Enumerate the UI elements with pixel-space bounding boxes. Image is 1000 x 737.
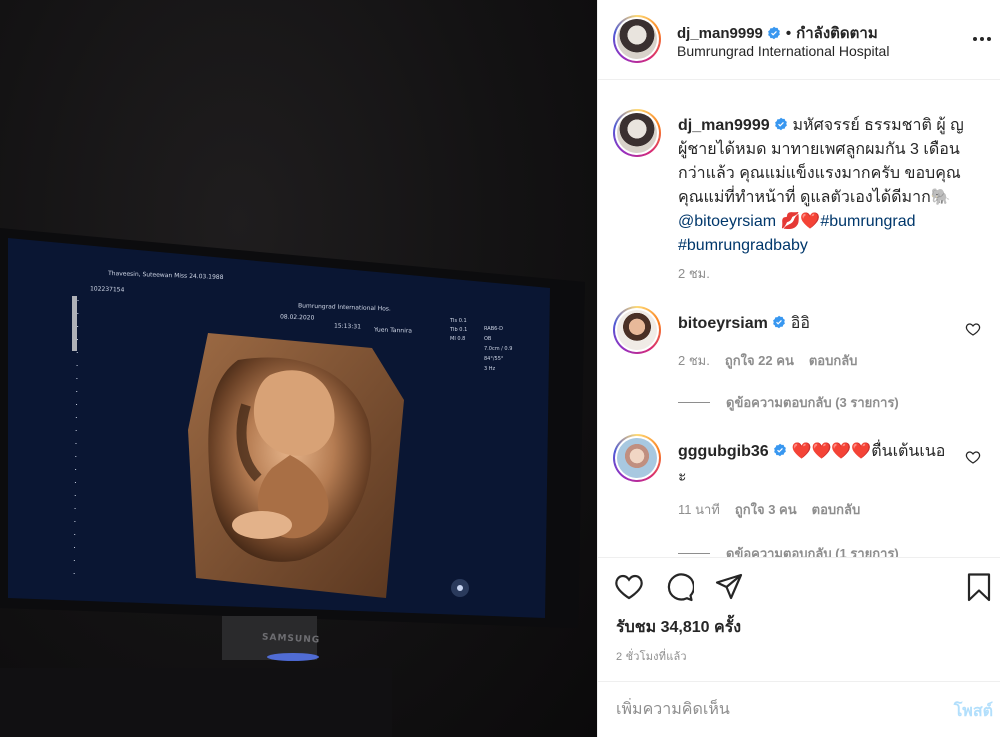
post-media[interactable]: TIs 0.1 TIb 0.1 MI 0.8 RAB6-D OB 7.0cm /… — [0, 0, 597, 737]
view-replies-label: ดูข้อความตอบกลับ (3 รายการ) — [726, 395, 899, 410]
caption: dj_man9999 มหัศจรรย์ ธรรมชาติ ผู้ ญ ผู้ช… — [678, 114, 978, 258]
svg-text:7.0cm / 0.9: 7.0cm / 0.9 — [484, 346, 512, 352]
post-timestamp[interactable]: 2 ชั่วโมงที่แล้ว — [616, 647, 687, 665]
svg-text:84°/55°: 84°/55° — [484, 356, 504, 362]
comment-icon[interactable] — [664, 572, 694, 602]
heart-icon[interactable] — [614, 572, 644, 602]
reply-button[interactable]: ตอบกลับ — [812, 499, 861, 520]
scan-date: 08.02.2020 — [279, 313, 315, 322]
svg-text:RAB6-D: RAB6-D — [484, 326, 503, 332]
following-button[interactable]: กำลังติดตาม — [796, 21, 878, 45]
view-replies-label: ดูข้อความตอบกลับ (1 รายการ) — [726, 546, 899, 557]
add-comment-bar: โพสต์ — [598, 681, 1000, 737]
commenter-avatar[interactable] — [613, 306, 661, 354]
author-line: dj_man9999 • กำลังติดตาม — [677, 21, 878, 45]
caption-hashtag[interactable]: #bumrungrad — [820, 213, 915, 230]
comment: bitoeyrsiam อิอิ — [678, 312, 948, 336]
comment-time[interactable]: 2 ชม. — [678, 350, 710, 371]
caption-emoji: 💋❤️ — [776, 213, 821, 230]
comment-like-heart-icon[interactable] — [965, 449, 981, 465]
comment-username[interactable]: bitoeyrsiam — [678, 315, 768, 332]
comment-username[interactable]: gggubgib36 — [678, 443, 769, 460]
verified-icon — [774, 443, 786, 457]
comment-like-heart-icon[interactable] — [965, 321, 981, 337]
comment-text: อิอิ — [786, 315, 810, 332]
comment-likes[interactable]: ถูกใจ 22 คน — [725, 350, 794, 371]
ultrasound-photo: TIs 0.1 TIb 0.1 MI 0.8 RAB6-D OB 7.0cm /… — [0, 228, 585, 737]
author-username[interactable]: dj_man9999 — [677, 25, 763, 42]
separator-dot: • — [785, 24, 792, 42]
post-actions: รับชม 34,810 ครั้ง — [598, 557, 1000, 647]
caption-mention[interactable]: @bitoeyrsiam — [678, 213, 776, 230]
svg-text:3 Hz: 3 Hz — [484, 366, 496, 372]
post-button[interactable]: โพสต์ — [954, 699, 993, 724]
caption-hashtag[interactable]: #bumrungradbaby — [678, 237, 808, 254]
svg-text:OB: OB — [484, 336, 492, 342]
scan-patient-id: 102237154 — [89, 285, 125, 294]
divider — [678, 553, 710, 554]
comment-input[interactable] — [616, 698, 916, 722]
location-link[interactable]: Bumrungrad International Hospital — [677, 43, 889, 59]
commenter-avatar[interactable] — [613, 434, 661, 482]
svg-text:TIs 0.1: TIs 0.1 — [449, 318, 467, 324]
comment-meta: 2 ชม. ถูกใจ 22 คน ตอบกลับ — [678, 350, 857, 371]
comments-list[interactable]: dj_man9999 มหัศจรรย์ ธรรมชาติ ผู้ ญ ผู้ช… — [598, 81, 1000, 557]
share-icon[interactable] — [714, 572, 744, 602]
bookmark-icon[interactable] — [964, 572, 994, 602]
comment: gggubgib36 ❤️❤️❤️❤️ตื่นเต้นเนอะ — [678, 439, 948, 489]
view-count[interactable]: รับชม 34,810 ครั้ง — [616, 615, 741, 640]
scan-doctor: Yuen Tannira — [373, 326, 413, 335]
post-header: dj_man9999 • กำลังติดตาม Bumrungrad Inte… — [598, 0, 1000, 80]
caption-username[interactable]: dj_man9999 — [678, 117, 770, 134]
caption-avatar[interactable] — [613, 109, 661, 157]
comment-likes[interactable]: ถูกใจ 3 คน — [735, 499, 797, 520]
more-icon[interactable] — [971, 28, 993, 50]
verified-icon — [768, 26, 780, 40]
verified-icon — [773, 315, 786, 329]
svg-text:TIb 0.1: TIb 0.1 — [449, 327, 467, 333]
caption-time: 2 ชม. — [678, 266, 710, 281]
svg-text:MI 0.8: MI 0.8 — [450, 336, 465, 342]
view-replies-button[interactable]: ดูข้อความตอบกลับ (3 รายการ) — [678, 392, 899, 413]
post-sidebar: dj_man9999 • กำลังติดตาม Bumrungrad Inte… — [597, 0, 1000, 737]
comment-meta: 11 นาที ถูกใจ 3 คน ตอบกลับ — [678, 499, 860, 520]
comment-time[interactable]: 11 นาที — [678, 499, 720, 520]
view-replies-button[interactable]: ดูข้อความตอบกลับ (1 รายการ) — [678, 543, 899, 557]
verified-icon — [775, 117, 787, 131]
divider — [678, 402, 710, 403]
scan-time: 15:13:31 — [333, 322, 362, 331]
reply-button[interactable]: ตอบกลับ — [809, 350, 858, 371]
author-avatar[interactable] — [613, 15, 661, 63]
